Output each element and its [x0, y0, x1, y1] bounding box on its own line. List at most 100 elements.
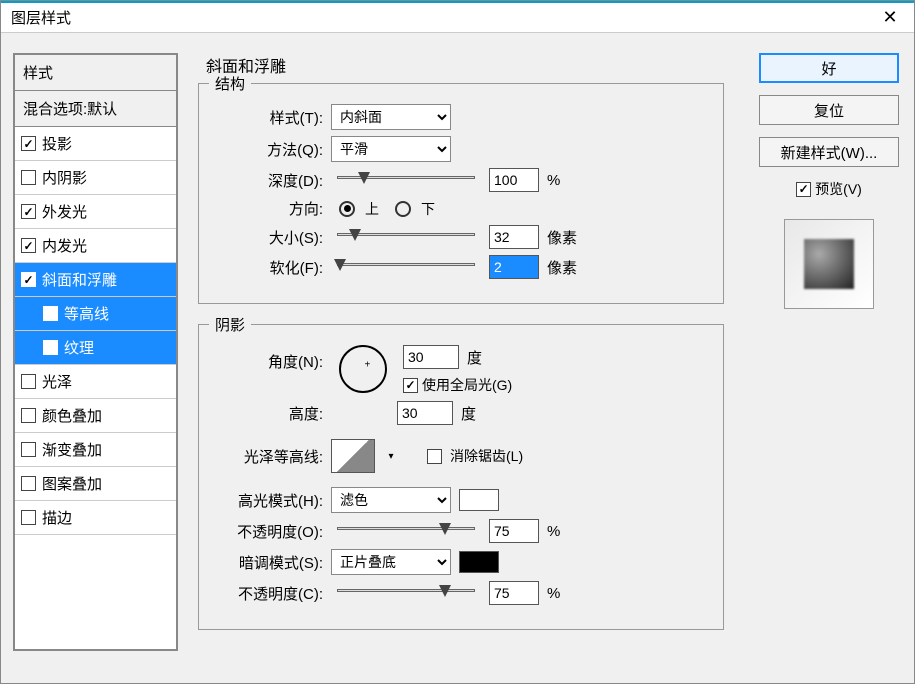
sidebar-item-0[interactable]: 投影: [15, 127, 176, 161]
highlight-mode-select[interactable]: 滤色: [331, 487, 451, 513]
angle-unit: 度: [467, 347, 482, 368]
style-list: 样式 混合选项:默认 投影内阴影外发光内发光斜面和浮雕等高线纹理光泽颜色叠加渐变…: [13, 53, 178, 651]
depth-slider[interactable]: [331, 171, 481, 189]
contour-dropdown-icon[interactable]: ▾: [383, 439, 399, 473]
preview-swatch-icon: [804, 239, 854, 289]
sidebar-item-checkbox[interactable]: [21, 442, 36, 457]
angle-input[interactable]: [403, 345, 459, 369]
titlebar: 图层样式 ✕: [1, 1, 914, 33]
shade-group: 阴影 角度(N): + 度 使用全局光(G): [198, 324, 724, 630]
preview-thumbnail: [784, 219, 874, 309]
shadow-color-swatch[interactable]: [459, 551, 499, 573]
content-area: 样式 混合选项:默认 投影内阴影外发光内发光斜面和浮雕等高线纹理光泽颜色叠加渐变…: [1, 33, 914, 661]
close-button[interactable]: ✕: [870, 4, 910, 32]
angle-dial[interactable]: +: [339, 345, 387, 393]
sidebar-item-checkbox[interactable]: [43, 306, 58, 321]
size-input[interactable]: [489, 225, 539, 249]
direction-up-label: 上: [365, 199, 379, 219]
soften-unit: 像素: [547, 257, 577, 278]
sidebar-item-10[interactable]: 图案叠加: [15, 467, 176, 501]
direction-down-radio[interactable]: [395, 201, 411, 217]
size-label: 大小(S):: [213, 227, 323, 248]
sidebar-item-checkbox[interactable]: [21, 272, 36, 287]
sidebar-item-5[interactable]: 等高线: [15, 297, 176, 331]
antialias-checkbox[interactable]: [427, 449, 442, 464]
global-light-label: 使用全局光(G): [422, 375, 512, 395]
sidebar-item-checkbox[interactable]: [21, 408, 36, 423]
shadow-opacity-label: 不透明度(C):: [213, 583, 323, 604]
sidebar-item-label: 内发光: [42, 235, 87, 256]
sidebar-item-label: 渐变叠加: [42, 439, 102, 460]
highlight-mode-label: 高光模式(H):: [213, 490, 323, 511]
highlight-opacity-label: 不透明度(O):: [213, 521, 323, 542]
sidebar-item-checkbox[interactable]: [21, 238, 36, 253]
sidebar-item-checkbox[interactable]: [21, 136, 36, 151]
angle-label: 角度(N):: [213, 345, 323, 372]
contour-picker[interactable]: [331, 439, 375, 473]
ok-button[interactable]: 好: [759, 53, 899, 83]
depth-label: 深度(D):: [213, 170, 323, 191]
sidebar-item-11[interactable]: 描边: [15, 501, 176, 535]
sidebar-item-checkbox[interactable]: [21, 374, 36, 389]
altitude-label: 高度:: [213, 403, 323, 424]
shadow-opacity-input[interactable]: [489, 581, 539, 605]
angle-cross-icon: +: [364, 359, 370, 370]
method-select[interactable]: 平滑: [331, 136, 451, 162]
right-column: 好 复位 新建样式(W)... 预览(V): [754, 53, 904, 651]
structure-group-title: 结构: [209, 73, 251, 94]
sidebar-item-checkbox[interactable]: [21, 510, 36, 525]
reset-button[interactable]: 复位: [759, 95, 899, 125]
sidebar-item-4[interactable]: 斜面和浮雕: [15, 263, 176, 297]
direction-label: 方向:: [213, 198, 323, 219]
sidebar-item-checkbox[interactable]: [21, 170, 36, 185]
highlight-opacity-unit: %: [547, 523, 560, 540]
panel-title: 斜面和浮雕: [206, 53, 724, 77]
blend-options-header[interactable]: 混合选项:默认: [15, 91, 176, 127]
preview-checkbox[interactable]: [796, 182, 811, 197]
sidebar-item-9[interactable]: 渐变叠加: [15, 433, 176, 467]
sidebar-item-3[interactable]: 内发光: [15, 229, 176, 263]
direction-up-radio[interactable]: [339, 201, 355, 217]
altitude-unit: 度: [461, 403, 476, 424]
size-slider[interactable]: [331, 228, 481, 246]
settings-panel: 斜面和浮雕 结构 样式(T): 内斜面 方法(Q): 平滑 深度(D): %: [198, 53, 734, 651]
sidebar-item-2[interactable]: 外发光: [15, 195, 176, 229]
shadow-opacity-slider[interactable]: [331, 584, 481, 602]
highlight-opacity-slider[interactable]: [331, 522, 481, 540]
sidebar-item-checkbox[interactable]: [43, 340, 58, 355]
sidebar-item-label: 内阴影: [42, 167, 87, 188]
style-select[interactable]: 内斜面: [331, 104, 451, 130]
sidebar-item-8[interactable]: 颜色叠加: [15, 399, 176, 433]
direction-down-label: 下: [421, 199, 435, 219]
layer-style-dialog: 图层样式 ✕ 样式 混合选项:默认 投影内阴影外发光内发光斜面和浮雕等高线纹理光…: [0, 0, 915, 684]
shade-group-title: 阴影: [209, 314, 251, 335]
sidebar-item-6[interactable]: 纹理: [15, 331, 176, 365]
structure-group: 结构 样式(T): 内斜面 方法(Q): 平滑 深度(D): % 方向:: [198, 83, 724, 304]
shadow-opacity-unit: %: [547, 585, 560, 602]
sidebar-item-label: 投影: [42, 133, 72, 154]
global-light-checkbox[interactable]: [403, 378, 418, 393]
soften-input[interactable]: [489, 255, 539, 279]
window-title: 图层样式: [5, 7, 870, 28]
method-label: 方法(Q):: [213, 139, 323, 160]
sidebar-item-checkbox[interactable]: [21, 204, 36, 219]
sidebar-item-checkbox[interactable]: [21, 476, 36, 491]
depth-unit: %: [547, 172, 560, 189]
sidebar-item-label: 描边: [42, 507, 72, 528]
sidebar-item-label: 纹理: [64, 337, 94, 358]
depth-input[interactable]: [489, 168, 539, 192]
antialias-label: 消除锯齿(L): [450, 446, 523, 466]
highlight-color-swatch[interactable]: [459, 489, 499, 511]
sidebar-item-7[interactable]: 光泽: [15, 365, 176, 399]
altitude-input[interactable]: [397, 401, 453, 425]
new-style-button[interactable]: 新建样式(W)...: [759, 137, 899, 167]
style-label: 样式(T):: [213, 107, 323, 128]
soften-label: 软化(F):: [213, 257, 323, 278]
soften-slider[interactable]: [331, 258, 481, 276]
sidebar-item-1[interactable]: 内阴影: [15, 161, 176, 195]
style-list-header[interactable]: 样式: [15, 55, 176, 91]
sidebar-item-label: 等高线: [64, 303, 109, 324]
highlight-opacity-input[interactable]: [489, 519, 539, 543]
contour-label: 光泽等高线:: [213, 446, 323, 467]
shadow-mode-select[interactable]: 正片叠底: [331, 549, 451, 575]
